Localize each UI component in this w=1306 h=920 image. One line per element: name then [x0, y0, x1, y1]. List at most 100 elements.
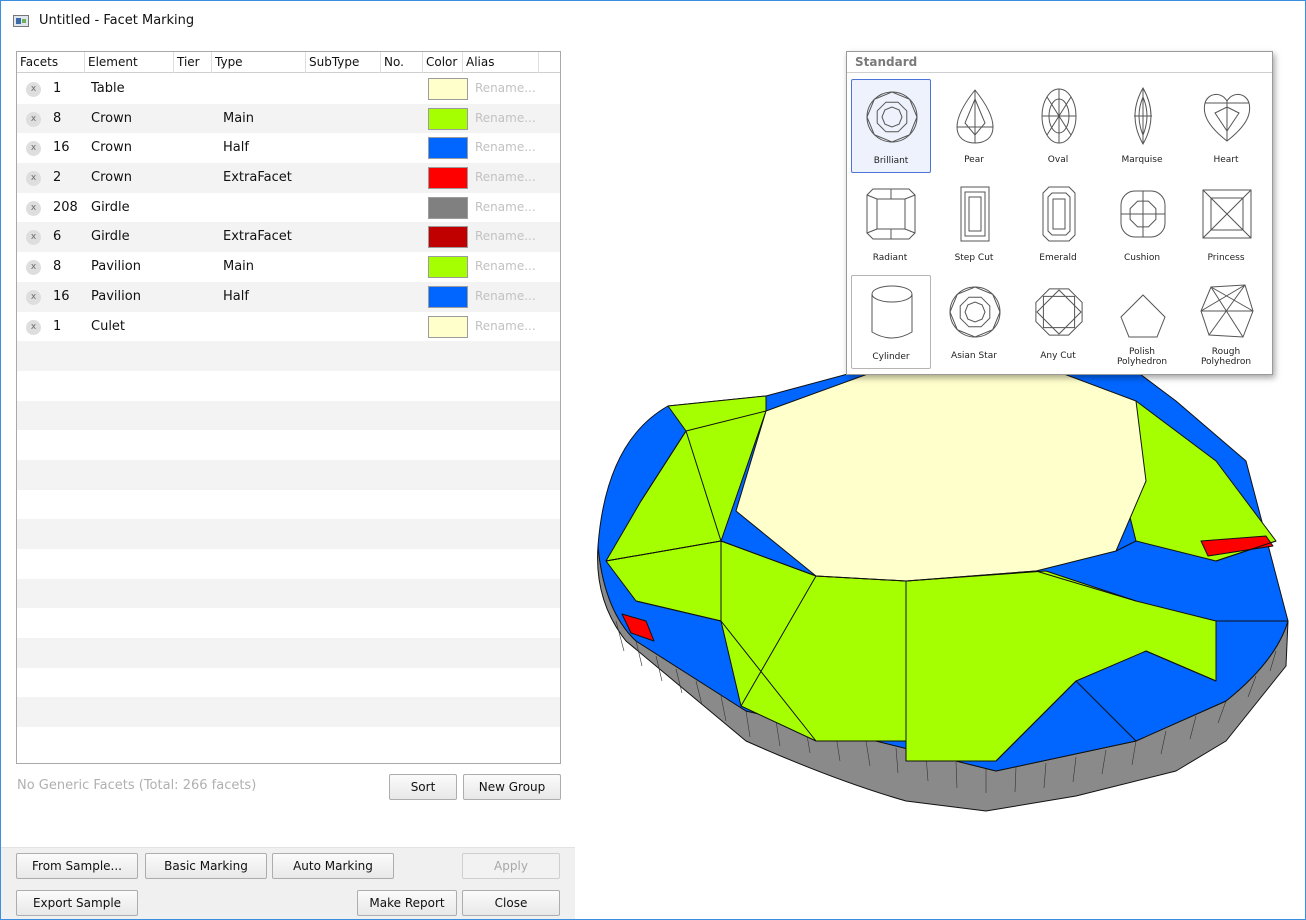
column-header-color[interactable]: Color	[423, 52, 463, 73]
shape-option-label: Any Cut	[1040, 351, 1076, 361]
facet-count-cell: 1	[53, 318, 62, 334]
alias-rename-field[interactable]: Rename...	[475, 282, 536, 312]
table-row[interactable]: x 8 Crown Main Rename...	[17, 103, 560, 134]
color-swatch[interactable]	[428, 137, 468, 160]
apply-button[interactable]: Apply	[462, 853, 560, 879]
remove-row-icon[interactable]: x	[26, 230, 41, 246]
alias-rename-field[interactable]: Rename...	[475, 74, 536, 104]
shape-option-step-cut[interactable]: Step Cut	[935, 177, 1015, 271]
shape-option-polish-polyhedron[interactable]: Polish Polyhedron	[1103, 275, 1183, 369]
brilliant-icon	[866, 91, 918, 143]
element-cell: Pavilion	[91, 288, 141, 304]
table-row[interactable]: x 6 Girdle ExtraFacet Rename...	[17, 222, 560, 253]
color-swatch[interactable]	[428, 167, 468, 190]
remove-row-icon[interactable]: x	[26, 141, 41, 157]
color-swatch[interactable]	[428, 196, 468, 219]
remove-row-icon[interactable]: x	[26, 289, 41, 305]
alias-rename-field[interactable]: Rename...	[475, 252, 536, 282]
shape-option-marquise[interactable]: Marquise	[1103, 79, 1183, 173]
shape-option-oval[interactable]: Oval	[1019, 79, 1099, 173]
column-header-type[interactable]: Type	[212, 52, 306, 73]
color-swatch[interactable]	[428, 107, 468, 130]
alias-rename-field[interactable]: Rename...	[475, 312, 536, 342]
auto-marking-button[interactable]: Auto Marking	[272, 853, 394, 879]
remove-row-icon[interactable]: x	[26, 82, 41, 97]
color-swatch[interactable]	[428, 78, 468, 100]
shape-option-rough-polyhedron[interactable]: Rough Polyhedron	[1187, 275, 1267, 369]
facet-count-cell: 8	[53, 110, 62, 126]
table-row	[17, 608, 560, 638]
alias-rename-field[interactable]: Rename...	[475, 133, 536, 163]
remove-row-icon[interactable]: x	[26, 111, 41, 127]
facet-panel: Facets Element Tier Type SubType No. Col…	[1, 41, 575, 919]
alias-rename-field[interactable]: Rename...	[475, 222, 536, 252]
remove-row-icon[interactable]: x	[26, 171, 41, 187]
table-row[interactable]: x 1 Culet Rename...	[17, 312, 560, 342]
shape-option-emerald[interactable]: Emerald	[1019, 177, 1099, 271]
shape-option-asian-star[interactable]: Asian Star	[935, 275, 1015, 369]
shape-option-any-cut[interactable]: Any Cut	[1019, 275, 1099, 369]
remove-row-icon[interactable]: x	[26, 200, 41, 216]
table-row	[17, 371, 560, 401]
action-bar: From Sample... Basic Marking Auto Markin…	[1, 847, 575, 919]
column-header-facets[interactable]: Facets	[17, 52, 85, 73]
shape-option-label: Step Cut	[954, 253, 994, 263]
facet-count-cell: 208	[53, 199, 78, 215]
color-swatch[interactable]	[428, 256, 468, 279]
table-row[interactable]: x 8 Pavilion Main Rename...	[17, 252, 560, 282]
shape-option-cylinder[interactable]: Cylinder	[851, 275, 931, 369]
color-swatch[interactable]	[428, 315, 468, 338]
window-title: Untitled - Facet Marking	[39, 13, 195, 28]
type-cell: Half	[223, 140, 249, 156]
column-header-no[interactable]: No.	[381, 52, 423, 73]
remove-row-icon[interactable]: x	[26, 260, 41, 276]
table-row	[17, 668, 560, 698]
table-row	[17, 578, 560, 609]
table-row	[17, 459, 560, 490]
color-swatch[interactable]	[428, 285, 468, 308]
shape-option-label: Princess	[1207, 253, 1245, 263]
shape-option-radiant[interactable]: Radiant	[851, 177, 931, 271]
app-icon	[13, 15, 29, 27]
shape-option-pear[interactable]: Pear	[935, 79, 1015, 173]
facet-count-cell: 8	[53, 259, 62, 275]
color-swatch[interactable]	[428, 226, 468, 249]
shape-option-label: Cushion	[1123, 253, 1161, 263]
from-sample-button[interactable]: From Sample...	[16, 853, 138, 879]
alias-rename-field[interactable]: Rename...	[475, 193, 536, 223]
sort-button[interactable]: Sort	[389, 774, 457, 800]
pear-icon	[956, 89, 994, 144]
table-row[interactable]: x 1 Table Rename...	[17, 74, 560, 104]
table-row[interactable]: x 16 Pavilion Half Rename...	[17, 281, 560, 312]
table-row	[17, 519, 560, 549]
column-header-tier[interactable]: Tier	[174, 52, 212, 73]
step-cut-icon	[960, 186, 990, 242]
column-header-subtype[interactable]: SubType	[306, 52, 381, 73]
shape-option-label: Polish Polyhedron	[1116, 347, 1168, 367]
basic-marking-button[interactable]: Basic Marking	[145, 853, 267, 879]
export-sample-button[interactable]: Export Sample	[16, 890, 138, 916]
shape-option-heart[interactable]: Heart	[1187, 79, 1267, 173]
table-row	[17, 549, 560, 579]
make-report-button[interactable]: Make Report	[357, 890, 457, 916]
alias-rename-field[interactable]: Rename...	[475, 163, 536, 193]
column-header-element[interactable]: Element	[85, 52, 174, 73]
facet-count-cell: 2	[53, 170, 62, 186]
type-cell: Main	[223, 259, 255, 275]
heart-icon	[1203, 94, 1251, 142]
table-facet	[735, 370, 1147, 582]
table-row	[17, 430, 560, 460]
table-row[interactable]: x 208 Girdle Rename...	[17, 193, 560, 223]
shape-option-cushion[interactable]: Cushion	[1103, 177, 1183, 271]
remove-row-icon[interactable]: x	[26, 319, 41, 335]
type-cell: Half	[223, 288, 249, 304]
column-header-alias[interactable]: Alias	[463, 52, 539, 73]
new-group-button[interactable]: New Group	[463, 774, 561, 800]
table-row[interactable]: x 16 Crown Half Rename...	[17, 133, 560, 163]
shape-option-brilliant[interactable]: Brilliant	[851, 79, 931, 173]
shape-option-princess[interactable]: Princess	[1187, 177, 1267, 271]
table-row	[17, 638, 560, 668]
alias-rename-field[interactable]: Rename...	[475, 104, 536, 134]
table-row[interactable]: x 2 Crown ExtraFacet Rename...	[17, 163, 560, 193]
close-button[interactable]: Close	[462, 890, 560, 916]
